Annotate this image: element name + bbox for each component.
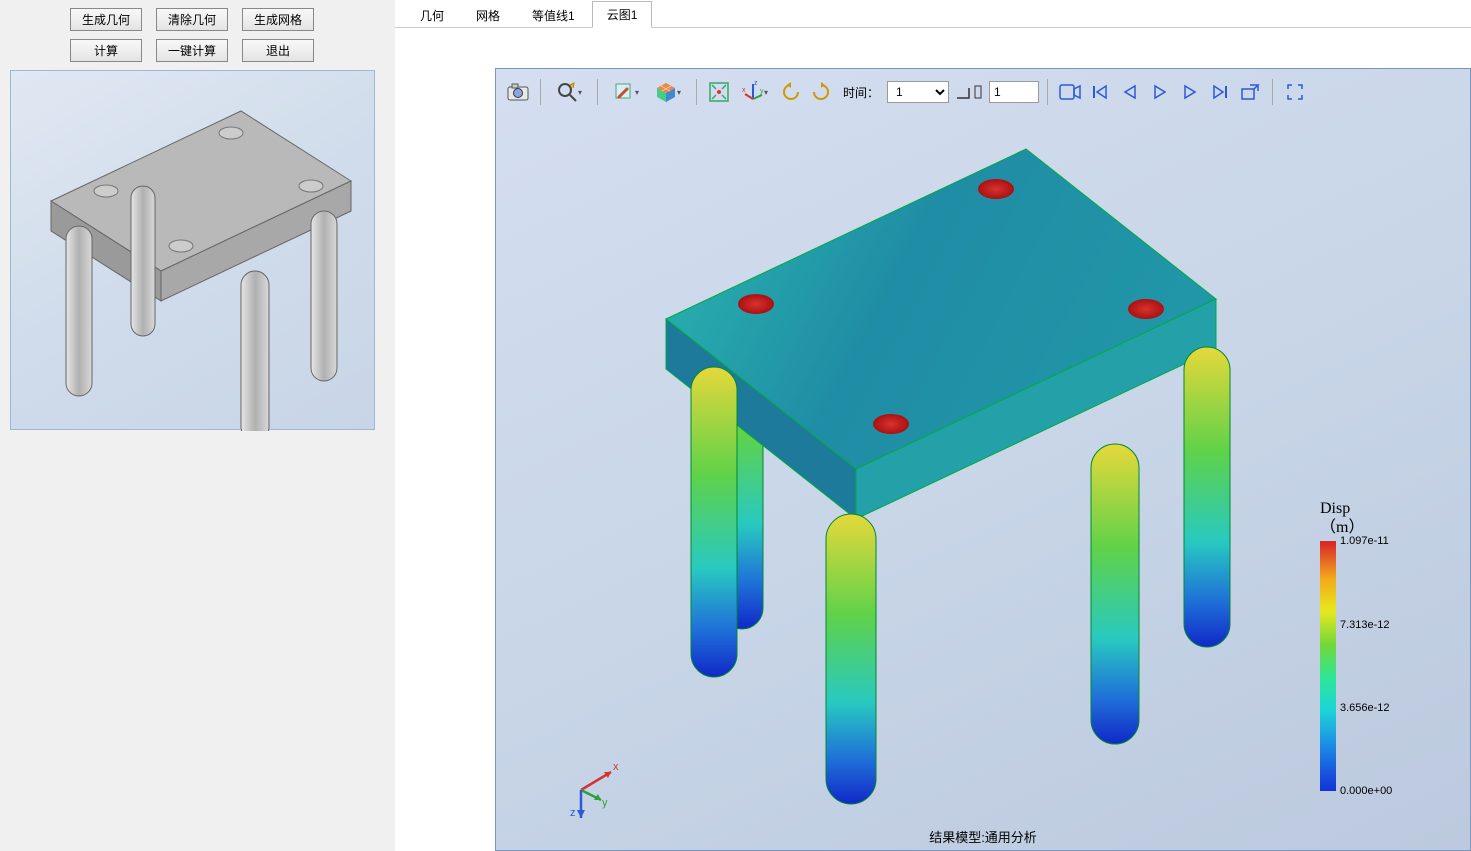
- button-row-1: 生成几何 清除几何 生成网格: [10, 8, 385, 31]
- geometry-preview[interactable]: [10, 70, 375, 430]
- preview-model-icon: [11, 71, 376, 431]
- axis-triad-icon: x y z: [556, 750, 626, 820]
- button-row-2: 计算 一键计算 退出: [10, 39, 385, 62]
- one-click-calculate-button[interactable]: 一键计算: [156, 39, 228, 62]
- svg-text:z: z: [570, 807, 576, 819]
- left-panel: 生成几何 清除几何 生成网格 计算 一键计算 退出: [0, 0, 395, 851]
- generate-mesh-button[interactable]: 生成网格: [242, 8, 314, 31]
- tab-mesh[interactable]: 网格: [461, 2, 515, 28]
- calculate-button[interactable]: 计算: [70, 39, 142, 62]
- generate-geometry-button[interactable]: 生成几何: [70, 8, 142, 31]
- clear-geometry-button[interactable]: 清除几何: [156, 8, 228, 31]
- color-legend: Disp（m） 1.097e-11 7.313e-12 3.656e-12 0.…: [1320, 499, 1440, 791]
- legend-tick: 0.000e+00: [1340, 785, 1392, 797]
- view-tabs: 几何 网格 等值线1 云图1: [395, 0, 1471, 28]
- legend-tick: 1.097e-11: [1340, 535, 1389, 547]
- svg-text:y: y: [602, 797, 608, 809]
- legend-tick: 3.656e-12: [1340, 702, 1390, 714]
- svg-text:x: x: [613, 761, 619, 773]
- right-panel: 几何 网格 等值线1 云图1 ▾ ▾: [395, 0, 1471, 851]
- exit-button[interactable]: 退出: [242, 39, 314, 62]
- legend-tick: 7.313e-12: [1340, 619, 1390, 631]
- tab-cloud1[interactable]: 云图1: [592, 1, 653, 28]
- result-model-label: 结果模型:通用分析: [929, 827, 1037, 846]
- legend-bar: 1.097e-11 7.313e-12 3.656e-12 0.000e+00: [1320, 541, 1336, 791]
- tab-geometry[interactable]: 几何: [405, 2, 459, 28]
- tab-contour1[interactable]: 等值线1: [517, 2, 590, 28]
- result-viewer[interactable]: ▾ ▾ ▾ zyx ▾: [495, 68, 1471, 851]
- legend-title: Disp（m）: [1320, 499, 1440, 537]
